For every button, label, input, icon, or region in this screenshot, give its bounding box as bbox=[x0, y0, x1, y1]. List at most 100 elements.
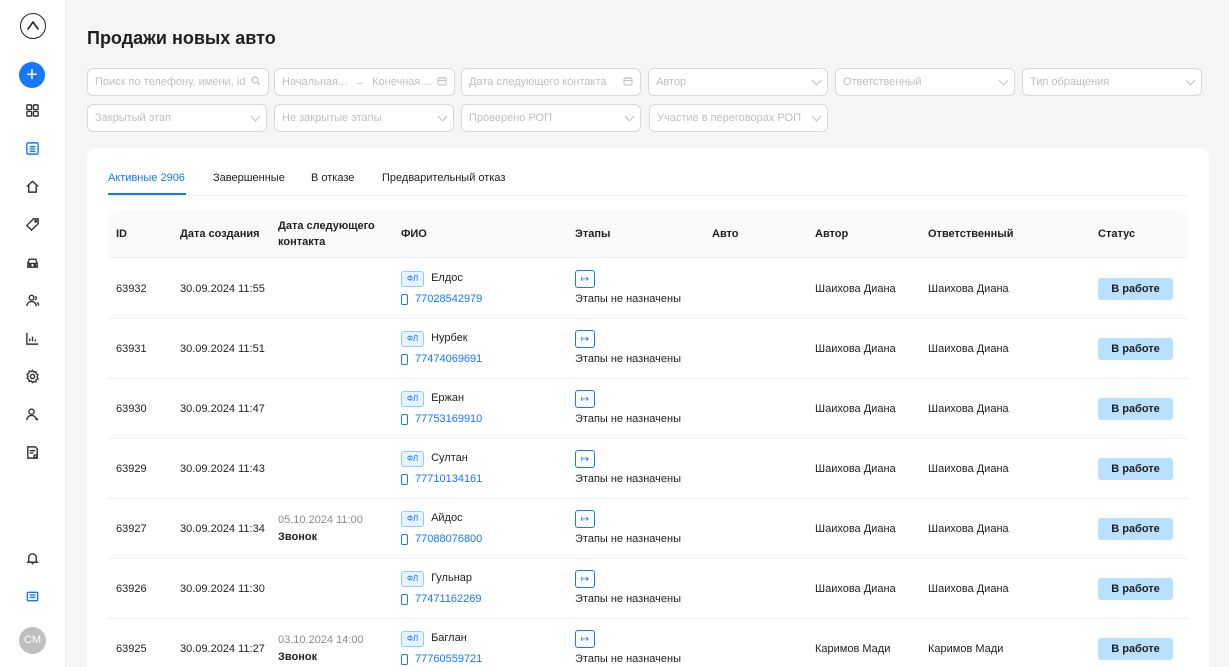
next-contact-date: 05.10.2024 11:00 bbox=[278, 514, 363, 526]
client-name[interactable]: Гульнар bbox=[431, 570, 472, 587]
assign-stage-icon[interactable]: ↦ bbox=[575, 630, 595, 648]
list-icon[interactable] bbox=[22, 138, 42, 158]
tag-icon[interactable] bbox=[22, 214, 42, 234]
col-stages[interactable]: Этапы bbox=[575, 210, 610, 258]
home-icon[interactable] bbox=[22, 176, 42, 196]
logo-icon[interactable] bbox=[20, 13, 46, 39]
phone-link[interactable]: 77474069691 bbox=[401, 351, 482, 368]
table-row[interactable]: 63931 30.09.2024 11:51 ФЛ Нурбек 7747406… bbox=[108, 319, 1188, 379]
phone-link[interactable]: 77710134161 bbox=[401, 471, 482, 488]
phone-link[interactable]: 77028542979 bbox=[401, 291, 482, 308]
status-button[interactable]: В работе bbox=[1098, 518, 1173, 540]
col-created[interactable]: Дата создания bbox=[180, 210, 260, 258]
checked-rop-select[interactable]: Проверено РОП bbox=[461, 104, 641, 132]
status-button[interactable]: В работе bbox=[1098, 398, 1173, 420]
phone-icon bbox=[401, 654, 408, 665]
phone-link[interactable]: 77760559721 bbox=[401, 651, 482, 667]
status-button[interactable]: В работе bbox=[1098, 278, 1173, 300]
car-icon[interactable] bbox=[22, 252, 42, 272]
table-row[interactable]: 63927 30.09.2024 11:34 05.10.2024 11:00 … bbox=[108, 499, 1188, 559]
request-type-select[interactable]: Тип обращения bbox=[1022, 68, 1202, 96]
tab-active[interactable]: Активные 2906 bbox=[108, 172, 185, 184]
chevron-down-icon bbox=[250, 111, 261, 121]
table-row[interactable]: 63925 30.09.2024 11:27 03.10.2024 14:00 … bbox=[108, 619, 1188, 667]
col-id[interactable]: ID bbox=[116, 210, 127, 258]
chart-icon[interactable] bbox=[22, 328, 42, 348]
closed-stage-select[interactable]: Закрытый этап bbox=[87, 104, 267, 132]
client-type-badge: ФЛ bbox=[401, 450, 425, 467]
tab-rejected[interactable]: В отказе bbox=[311, 172, 354, 184]
client-name[interactable]: Султан bbox=[431, 450, 468, 467]
row-stages: ↦ Этапы не назначены bbox=[575, 499, 681, 559]
assign-stage-icon[interactable]: ↦ bbox=[575, 390, 595, 408]
bell-icon[interactable] bbox=[22, 548, 42, 568]
sidebar: + CM bbox=[0, 0, 66, 667]
assign-stage-icon[interactable]: ↦ bbox=[575, 270, 595, 288]
avatar[interactable]: CM bbox=[19, 627, 46, 654]
status-button[interactable]: В работе bbox=[1098, 638, 1173, 660]
date-end-field[interactable]: Конечная ... bbox=[372, 76, 433, 88]
phone-number[interactable]: 77753169910 bbox=[415, 411, 482, 428]
report-icon[interactable] bbox=[22, 442, 42, 462]
row-responsible: Шаихова Диана bbox=[928, 582, 1009, 595]
tab-completed[interactable]: Завершенные bbox=[213, 172, 285, 184]
user-icon[interactable] bbox=[22, 404, 42, 424]
row-responsible: Шаихова Диана bbox=[928, 522, 1009, 535]
col-next-contact[interactable]: Дата следующего контакта bbox=[278, 210, 388, 258]
status-button[interactable]: В работе bbox=[1098, 578, 1173, 600]
phone-number[interactable]: 77760559721 bbox=[415, 651, 482, 667]
table-row[interactable]: 63929 30.09.2024 11:43 ФЛ Султан 7771013… bbox=[108, 439, 1188, 499]
assign-stage-icon[interactable]: ↦ bbox=[575, 510, 595, 528]
grid-icon[interactable] bbox=[22, 100, 42, 120]
table-row[interactable]: 63926 30.09.2024 11:30 ФЛ Гульнар 774711… bbox=[108, 559, 1188, 619]
not-closed-stages-placeholder: Не закрытые этапы bbox=[282, 112, 382, 124]
book-icon[interactable] bbox=[22, 586, 42, 606]
client-name[interactable]: Айдос bbox=[431, 510, 463, 527]
assign-stage-icon[interactable]: ↦ bbox=[575, 330, 595, 348]
row-responsible: Шаихова Диана bbox=[928, 282, 1009, 295]
row-status: В работе bbox=[1098, 499, 1173, 559]
gear-icon[interactable] bbox=[22, 366, 42, 386]
client-name[interactable]: Баглан bbox=[431, 630, 467, 647]
phone-link[interactable]: 77088076800 bbox=[401, 531, 482, 548]
responsible-select[interactable]: Ответственный bbox=[835, 68, 1015, 96]
date-range-picker[interactable]: Начальная... → Конечная ... bbox=[274, 68, 455, 96]
table-row[interactable]: 63932 30.09.2024 11:55 ФЛ Елдос 77028542… bbox=[108, 259, 1188, 319]
tab-preliminary-rejection[interactable]: Предварительный отказ bbox=[382, 172, 505, 184]
row-author: Каримов Мади bbox=[815, 642, 891, 655]
col-status[interactable]: Статус bbox=[1098, 210, 1135, 258]
phone-link[interactable]: 77471162269 bbox=[401, 591, 481, 608]
row-author: Шаихова Диана bbox=[815, 582, 896, 595]
checked-rop-placeholder: Проверено РОП bbox=[469, 112, 553, 124]
status-button[interactable]: В работе bbox=[1098, 338, 1173, 360]
col-responsible[interactable]: Ответственный bbox=[928, 210, 1013, 258]
next-contact-date-picker[interactable]: Дата следующего контакта bbox=[461, 68, 641, 96]
col-author[interactable]: Автор bbox=[815, 210, 848, 258]
client-name[interactable]: Елдос bbox=[431, 270, 463, 287]
phone-number[interactable]: 77028542979 bbox=[415, 291, 482, 308]
phone-number[interactable]: 77710134161 bbox=[415, 471, 482, 488]
row-created: 30.09.2024 11:43 bbox=[180, 462, 265, 475]
phone-link[interactable]: 77753169910 bbox=[401, 411, 482, 428]
search-input[interactable]: Поиск по телефону, имени, id bbox=[87, 68, 269, 96]
not-closed-stages-select[interactable]: Не закрытые этапы bbox=[274, 104, 454, 132]
add-icon[interactable]: + bbox=[19, 62, 45, 88]
client-name[interactable]: Нурбек bbox=[431, 330, 468, 347]
phone-number[interactable]: 77471162269 bbox=[415, 591, 481, 608]
deals-card: Активные 2906 Завершенные В отказе Предв… bbox=[87, 148, 1209, 667]
status-button[interactable]: В работе bbox=[1098, 458, 1173, 480]
client-name[interactable]: Ержан bbox=[431, 390, 464, 407]
author-select[interactable]: Автор bbox=[648, 68, 828, 96]
col-auto[interactable]: Авто bbox=[712, 210, 739, 258]
phone-number[interactable]: 77088076800 bbox=[415, 531, 482, 548]
users-icon[interactable] bbox=[22, 290, 42, 310]
row-id: 63930 bbox=[116, 402, 147, 415]
rop-participation-select[interactable]: Участие в переговорах РОП bbox=[649, 104, 828, 132]
phone-number[interactable]: 77474069691 bbox=[415, 351, 482, 368]
row-fio: ФЛ Нурбек 77474069691 bbox=[401, 319, 482, 379]
col-fio[interactable]: ФИО bbox=[401, 210, 427, 258]
assign-stage-icon[interactable]: ↦ bbox=[575, 450, 595, 468]
assign-stage-icon[interactable]: ↦ bbox=[575, 570, 595, 588]
table-row[interactable]: 63930 30.09.2024 11:47 ФЛ Ержан 77753169… bbox=[108, 379, 1188, 439]
date-start-field[interactable]: Начальная... bbox=[282, 76, 347, 88]
